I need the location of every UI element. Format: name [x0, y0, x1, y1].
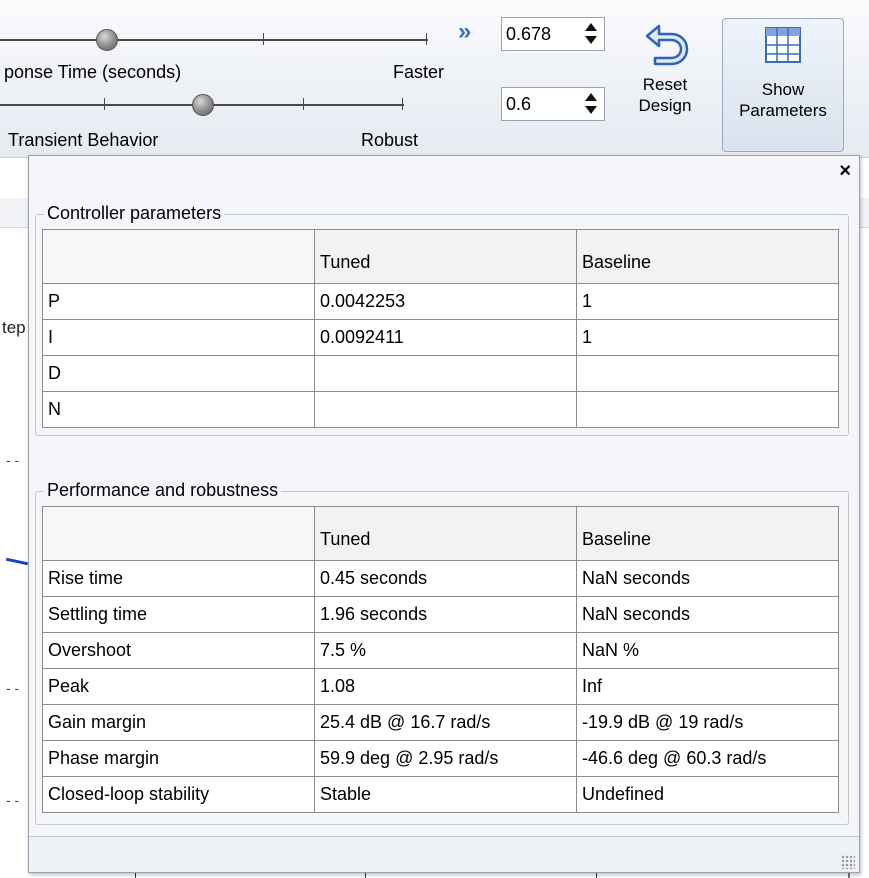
show-label-line2: Parameters: [739, 101, 827, 120]
baseline-value: -46.6 deg @ 60.3 rad/s: [576, 740, 839, 777]
plot-gridline-dash: - -: [6, 792, 20, 808]
controller-parameters-group: Controller parameters Tuned Baseline P 0…: [35, 203, 849, 436]
parameters-panel: × Controller parameters Tuned Baseline P…: [28, 155, 860, 873]
table-row: Peak 1.08 Inf: [42, 668, 839, 705]
table-row: P 0.0042253 1: [42, 283, 839, 320]
table-header-row: Tuned Baseline: [42, 229, 839, 284]
baseline-value: [576, 391, 839, 428]
transient-slider-tick: [104, 98, 105, 110]
column-header-tuned: Tuned: [314, 506, 577, 561]
baseline-value: NaN seconds: [576, 596, 839, 633]
transient-slider-tick: [402, 98, 403, 110]
tuned-value: 59.9 deg @ 2.95 rad/s: [314, 740, 577, 777]
toolbar: ponse Time (seconds) Faster Transient Be…: [0, 0, 869, 158]
baseline-value: 1: [576, 283, 839, 320]
plot-response-line: [5, 557, 29, 566]
spin-arrows-icon[interactable]: [584, 23, 598, 45]
plot-tab-fragment: tep: [2, 318, 26, 337]
performance-robustness-group: Performance and robustness Tuned Baselin…: [35, 480, 849, 825]
robust-label: Robust: [361, 130, 419, 150]
transient-slider-knob[interactable]: [192, 94, 214, 116]
baseline-value: NaN %: [576, 632, 839, 669]
table-row: D: [42, 355, 839, 392]
param-name: N: [42, 391, 315, 428]
reset-label-line1: Reset: [642, 75, 688, 94]
undo-arrow-icon: [645, 24, 689, 66]
column-header-baseline: Baseline: [576, 229, 839, 284]
table-row: Gain margin 25.4 dB @ 16.7 rad/s -19.9 d…: [42, 704, 839, 741]
tuned-value: 1.08: [314, 668, 577, 705]
baseline-value: NaN seconds: [576, 560, 839, 597]
spin-arrows-icon[interactable]: [584, 93, 598, 115]
panel-titlebar[interactable]: [29, 156, 859, 186]
response-time-slider-tick: [263, 33, 264, 45]
baseline-value: 1: [576, 319, 839, 356]
resize-grip-icon[interactable]: [841, 855, 855, 869]
transient-spinbox[interactable]: 0.6: [501, 87, 605, 121]
metric-name: Phase margin: [42, 740, 315, 777]
metric-name: Rise time: [42, 560, 315, 597]
baseline-value: Undefined: [576, 776, 839, 813]
reset-design-button[interactable]: Reset Design: [612, 20, 718, 152]
tuned-value: 0.45 seconds: [314, 560, 577, 597]
transient-value: 0.6: [506, 93, 532, 114]
table-header-row: Tuned Baseline: [42, 506, 839, 561]
performance-robustness-title: Performance and robustness: [44, 480, 282, 501]
baseline-value: [576, 355, 839, 392]
faster-label: Faster: [393, 62, 445, 82]
baseline-value: Inf: [576, 668, 839, 705]
tuned-value: [314, 391, 577, 428]
controller-parameters-table: Tuned Baseline P 0.0042253 1 I 0.0092411…: [42, 229, 839, 428]
column-header-baseline: Baseline: [576, 506, 839, 561]
transient-slider-tick: [303, 98, 304, 110]
tuned-value: 25.4 dB @ 16.7 rad/s: [314, 704, 577, 741]
response-time-slider-tick: [426, 33, 427, 45]
table-row: Closed-loop stability Stable Undefined: [42, 776, 839, 813]
show-label-line1: Show: [761, 80, 805, 99]
response-time-label: ponse Time (seconds): [4, 62, 182, 82]
close-icon[interactable]: ×: [839, 160, 851, 183]
column-header: [42, 229, 315, 284]
metric-name: Settling time: [42, 596, 315, 633]
column-header-tuned: Tuned: [314, 229, 577, 284]
column-header: [42, 506, 315, 561]
expand-chevron-icon[interactable]: »: [458, 18, 472, 46]
table-row: Rise time 0.45 seconds NaN seconds: [42, 560, 839, 597]
param-name: D: [42, 355, 315, 392]
metric-name: Peak: [42, 668, 315, 705]
tuned-value: Stable: [314, 776, 577, 813]
table-row: Phase margin 59.9 deg @ 2.95 rad/s -46.6…: [42, 740, 839, 777]
plot-gridline-dash: - -: [6, 680, 20, 696]
metric-name: Overshoot: [42, 632, 315, 669]
transient-behavior-label: Transient Behavior: [8, 130, 159, 150]
table-row: I 0.0092411 1: [42, 319, 839, 356]
tuned-value: 0.0092411: [314, 319, 577, 356]
metric-name: Closed-loop stability: [42, 776, 315, 813]
tuned-value: 0.0042253: [314, 283, 577, 320]
table-row: Settling time 1.96 seconds NaN seconds: [42, 596, 839, 633]
response-time-value: 0.678: [506, 23, 552, 44]
response-time-spinbox[interactable]: 0.678: [501, 17, 605, 51]
table-row: N: [42, 391, 839, 428]
show-parameters-button[interactable]: Show Parameters: [722, 18, 844, 152]
panel-status-bar: [29, 836, 859, 872]
tuned-value: 1.96 seconds: [314, 596, 577, 633]
tuned-value: [314, 355, 577, 392]
param-name: I: [42, 319, 315, 356]
baseline-value: -19.9 dB @ 19 rad/s: [576, 704, 839, 741]
metric-name: Gain margin: [42, 704, 315, 741]
response-time-slider-knob[interactable]: [96, 29, 118, 51]
controller-parameters-title: Controller parameters: [44, 203, 225, 224]
table-grid-icon: [765, 27, 801, 63]
plot-gridline-dash: - -: [6, 452, 20, 468]
reset-label-line2: Design: [638, 96, 692, 115]
param-name: P: [42, 283, 315, 320]
table-row: Overshoot 7.5 % NaN %: [42, 632, 839, 669]
performance-robustness-table: Tuned Baseline Rise time 0.45 seconds Na…: [42, 506, 839, 813]
response-time-slider-track[interactable]: [0, 39, 428, 41]
tuned-value: 7.5 %: [314, 632, 577, 669]
